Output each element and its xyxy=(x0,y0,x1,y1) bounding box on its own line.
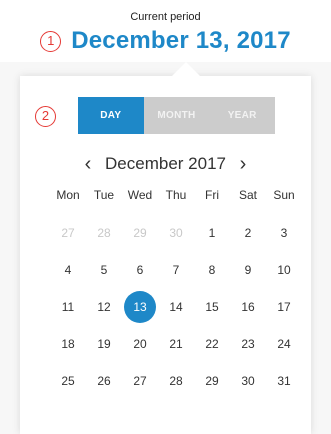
calendar-day[interactable]: 30 xyxy=(230,362,266,399)
calendar-day-number: 11 xyxy=(61,299,75,314)
calendar-day-number: 13 xyxy=(124,290,156,323)
annotation-marker-1: 1 xyxy=(40,30,62,52)
calendar-week-row: 25 26 27 28 29 30 31 xyxy=(50,362,302,399)
calendar-day-number: 20 xyxy=(133,336,147,351)
calendar-day[interactable]: 29 xyxy=(194,362,230,399)
weekday-label: Sat xyxy=(238,188,257,202)
calendar-day[interactable]: 8 xyxy=(194,251,230,288)
view-mode-toggle: DAY MONTH YEAR xyxy=(78,97,275,134)
calendar-week-row: 4 5 6 7 8 9 10 xyxy=(50,251,302,288)
calendar-day-number: 28 xyxy=(97,225,111,240)
calendar-day-number: 25 xyxy=(61,373,75,388)
calendar-day-number: 15 xyxy=(205,299,219,314)
calendar-day-selected[interactable]: 13 xyxy=(122,288,158,325)
calendar-day-number: 16 xyxy=(241,299,255,314)
calendar-day[interactable]: 26 xyxy=(86,362,122,399)
calendar-day[interactable]: 3 xyxy=(266,214,302,251)
chevron-left-icon[interactable]: ‹ xyxy=(77,153,99,175)
calendar-day-number: 30 xyxy=(169,225,183,240)
calendar-day-number: 5 xyxy=(100,262,108,277)
calendar-day[interactable]: 31 xyxy=(266,362,302,399)
calendar-day[interactable]: 19 xyxy=(86,325,122,362)
toggle-year-button[interactable]: YEAR xyxy=(209,97,275,134)
calendar-day-number: 17 xyxy=(277,299,291,314)
calendar-day[interactable]: 6 xyxy=(122,251,158,288)
calendar-day-number: 30 xyxy=(241,373,255,388)
calendar-day[interactable]: 17 xyxy=(266,288,302,325)
calendar-day-number: 22 xyxy=(205,336,219,351)
calendar-day[interactable]: 4 xyxy=(50,251,86,288)
month-year-label: December 2017 xyxy=(105,154,226,173)
toggle-month-button[interactable]: MONTH xyxy=(144,97,210,134)
calendar-day[interactable]: 18 xyxy=(50,325,86,362)
calendar-day[interactable]: 16 xyxy=(230,288,266,325)
calendar-day[interactable]: 7 xyxy=(158,251,194,288)
calendar-day-number: 29 xyxy=(205,373,219,388)
calendar-day-number: 27 xyxy=(61,225,75,240)
calendar-day-outside-month[interactable]: 30 xyxy=(158,214,194,251)
weekday-label: Sun xyxy=(273,188,295,202)
current-period-caption: Current period xyxy=(130,11,201,23)
calendar-day[interactable]: 28 xyxy=(158,362,194,399)
calendar-day-number: 26 xyxy=(97,373,111,388)
calendar-day[interactable]: 1 xyxy=(194,214,230,251)
calendar-day-outside-month[interactable]: 28 xyxy=(86,214,122,251)
calendar-day[interactable]: 14 xyxy=(158,288,194,325)
calendar-week-row: 27 28 29 30 1 2 3 xyxy=(50,214,302,251)
calendar-day-number: 2 xyxy=(244,225,252,240)
popover-caret xyxy=(172,62,200,76)
calendar-day[interactable]: 21 xyxy=(158,325,194,362)
calendar-day-number: 23 xyxy=(241,336,255,351)
calendar-day-number: 6 xyxy=(136,262,144,277)
calendar-week-row: 11 12 13 14 15 16 17 xyxy=(50,288,302,325)
calendar-day-number: 18 xyxy=(61,336,75,351)
calendar-day[interactable]: 25 xyxy=(50,362,86,399)
calendar-day-outside-month[interactable]: 27 xyxy=(50,214,86,251)
calendar-day-number: 8 xyxy=(208,262,216,277)
calendar-day[interactable]: 22 xyxy=(194,325,230,362)
calendar-day[interactable]: 23 xyxy=(230,325,266,362)
calendar-day-grid: 27 28 29 30 1 2 3 4 5 6 7 8 9 10 11 12 13 14 15 16 17 18 19 20 2… xyxy=(50,214,302,399)
weekday-label: Tue xyxy=(93,188,115,202)
month-navigation: ‹ December 2017 › xyxy=(20,152,311,176)
calendar-day[interactable]: 15 xyxy=(194,288,230,325)
calendar-day-number: 29 xyxy=(133,225,147,240)
calendar-day[interactable]: 9 xyxy=(230,251,266,288)
calendar-day-number: 3 xyxy=(280,225,288,240)
calendar-day[interactable]: 27 xyxy=(122,362,158,399)
calendar-day-number: 4 xyxy=(64,262,72,277)
calendar-day-number: 24 xyxy=(277,336,291,351)
annotation-marker-2: 2 xyxy=(35,106,56,127)
calendar-day[interactable]: 10 xyxy=(266,251,302,288)
calendar-day-number: 28 xyxy=(169,373,183,388)
calendar-day[interactable]: 20 xyxy=(122,325,158,362)
chevron-right-icon[interactable]: › xyxy=(232,153,254,175)
calendar-day-number: 27 xyxy=(133,373,147,388)
weekday-label: Thu xyxy=(165,188,187,202)
calendar-day-outside-month[interactable]: 29 xyxy=(122,214,158,251)
calendar-day[interactable]: 2 xyxy=(230,214,266,251)
calendar-day[interactable]: 24 xyxy=(266,325,302,362)
weekday-label: Fri xyxy=(205,188,219,202)
weekday-label: Wed xyxy=(127,188,153,202)
calendar-day-number: 10 xyxy=(277,262,291,277)
weekday-header: Mon Tue Wed Thu Fri Sat Sun xyxy=(50,188,302,204)
calendar-day-number: 9 xyxy=(244,262,252,277)
calendar-day-number: 1 xyxy=(208,225,216,240)
current-period-date[interactable]: December 13, 2017 xyxy=(71,27,291,55)
calendar-day-number: 19 xyxy=(97,336,111,351)
calendar-day[interactable]: 11 xyxy=(50,288,86,325)
calendar-week-row: 18 19 20 21 22 23 24 xyxy=(50,325,302,362)
weekday-label: Mon xyxy=(56,188,80,202)
calendar-day-number: 21 xyxy=(169,336,183,351)
calendar-day-number: 12 xyxy=(97,299,111,314)
calendar-day-number: 14 xyxy=(169,299,183,314)
toggle-day-button[interactable]: DAY xyxy=(78,97,144,134)
current-period-row: 1 December 13, 2017 xyxy=(0,27,331,55)
calendar-day-number: 7 xyxy=(172,262,180,277)
calendar-day-number: 31 xyxy=(277,373,291,388)
calendar-day[interactable]: 12 xyxy=(86,288,122,325)
calendar-day[interactable]: 5 xyxy=(86,251,122,288)
current-period-header: Current period 1 December 13, 2017 xyxy=(0,0,331,62)
